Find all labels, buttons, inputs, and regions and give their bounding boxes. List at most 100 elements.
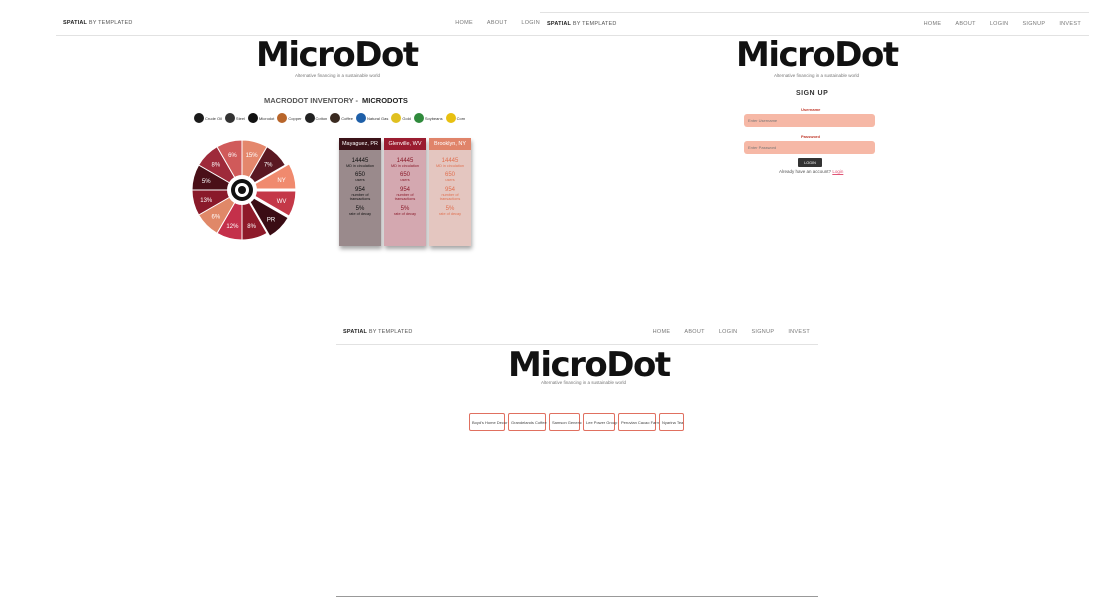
inventory-heading-text: MACRODOT INVENTORY - — [264, 96, 359, 105]
legend-label: Steel — [235, 115, 246, 121]
password-field[interactable] — [744, 141, 875, 154]
top-nav: SPATIAL BY TEMPLATED HOME ABOUT LOGIN SI… — [336, 321, 818, 345]
pie-slice-label: 6% — [228, 153, 237, 159]
login-button[interactable]: LOGIN — [798, 158, 822, 167]
business-button[interactable]: Peruvian Cacao Farm — [618, 413, 660, 431]
brand-strong: SPATIAL — [63, 20, 88, 26]
business-button[interactable]: Samson Generic — [549, 413, 582, 431]
pie-slice-label: 15% — [246, 153, 259, 159]
pie-slice-label: 12% — [226, 224, 239, 230]
legend-item: Microdot — [248, 113, 274, 123]
business-button[interactable]: Lee Power Group — [583, 413, 617, 431]
logo: MicroDot — [508, 345, 671, 385]
legend-item: Natural Gas — [356, 113, 388, 123]
pie-slice-label: 8% — [247, 224, 256, 230]
pie-slice-label: 7% — [264, 162, 273, 168]
password-label: Password — [801, 134, 820, 139]
legend-label: Microdot — [259, 115, 275, 121]
card-body: 14445 MD in circulation 650 users 954 nu… — [339, 150, 381, 246]
already-account-text: Already have an account? Login — [779, 169, 843, 174]
legend-label: Copper — [288, 115, 302, 121]
commodity-icon — [445, 113, 456, 123]
brand[interactable]: SPATIAL BY TEMPLATED — [343, 329, 413, 335]
card-decay-label: rate of decay — [394, 211, 416, 216]
businesses-panel: SPATIAL BY TEMPLATED HOME ABOUT LOGIN SI… — [336, 321, 818, 605]
nav-about[interactable]: ABOUT — [955, 21, 975, 27]
legend-item: Steel — [224, 113, 246, 123]
pie-slice-label: 6% — [212, 215, 221, 221]
legend-label: Crude Oil — [205, 115, 222, 121]
nav-login[interactable]: LOGIN — [521, 20, 540, 26]
business-button[interactable]: Grandelands Coffee — [508, 413, 547, 431]
legend-item: Soybeans — [413, 113, 443, 123]
commodity-icon — [304, 113, 315, 123]
legend-item: Corn — [445, 113, 465, 123]
already-text: Already have an account? — [779, 169, 832, 174]
card-body: 14445 MD in circulation 650 users 954 nu… — [429, 150, 471, 246]
commodity-icon — [413, 113, 424, 123]
nav-login[interactable]: LOGIN — [990, 21, 1009, 27]
legend-label: Coffee — [341, 115, 354, 121]
nav-login[interactable]: LOGIN — [719, 329, 738, 335]
commodity-icon — [330, 113, 341, 123]
brand[interactable]: SPATIAL BY TEMPLATED — [547, 21, 617, 27]
nav-home[interactable]: HOME — [653, 329, 671, 335]
business-button[interactable]: Boyd's Home Decor — [469, 413, 507, 431]
nav-signup[interactable]: SIGNUP — [1022, 21, 1045, 27]
login-link[interactable]: Login — [832, 169, 843, 174]
legend-item: Cotton — [304, 113, 327, 123]
top-nav: SPATIAL BY TEMPLATED HOME ABOUT LOGIN — [56, 12, 548, 36]
username-label: Username — [801, 107, 821, 112]
card-users-label: users — [445, 178, 455, 183]
nav-invest[interactable]: INVEST — [788, 329, 810, 335]
commodity-icon — [391, 113, 402, 123]
city-card-glenville[interactable]: Glenville, WV 14445 MD in circulation 65… — [384, 138, 426, 246]
card-dots-label: MD in circulation — [345, 164, 375, 168]
nav-signup[interactable]: SIGNUP — [751, 329, 774, 335]
brand-strong: SPATIAL — [343, 329, 368, 335]
card-city: Brooklyn, NY — [429, 138, 471, 150]
logo: MicroDot — [736, 35, 899, 75]
city-card-brooklyn[interactable]: Brooklyn, NY 14445 MD in circulation 650… — [429, 138, 471, 246]
tagline: Alternative financing in a sustainable w… — [541, 380, 627, 385]
commodity-icon — [248, 113, 259, 123]
legend-item: Coffee — [330, 113, 353, 123]
commodity-icon — [356, 113, 367, 123]
brand-strong: SPATIAL — [547, 21, 572, 27]
commodity-icon — [224, 113, 235, 123]
card-users-label: users — [355, 178, 365, 183]
city-card-mayaguez[interactable]: Mayaguez, PR 14445 MD in circulation 650… — [339, 138, 381, 246]
nav-links: HOME ABOUT LOGIN SIGNUP INVEST — [653, 329, 810, 335]
card-decay-label: rate of decay — [349, 211, 371, 216]
microdot-center-icon — [238, 186, 246, 194]
nav-invest[interactable]: INVEST — [1059, 21, 1081, 27]
inventory-panel: SPATIAL BY TEMPLATED HOME ABOUT LOGIN Mi… — [56, 12, 548, 262]
logo: MicroDot — [256, 35, 419, 75]
legend-item: Copper — [277, 113, 302, 123]
card-city: Mayaguez, PR — [339, 138, 381, 150]
card-dots-label: MD in circulation — [390, 164, 420, 168]
card-city: Glenville, WV — [384, 138, 426, 150]
nav-links: HOME ABOUT LOGIN — [455, 20, 540, 26]
pie-slice-label: 5% — [202, 179, 211, 185]
inventory-heading: MACRODOT INVENTORY - MICRODOTS — [264, 96, 408, 105]
legend-label: Soybeans — [424, 115, 443, 121]
signup-panel: SPATIAL BY TEMPLATED HOME ABOUT LOGIN SI… — [540, 12, 1089, 262]
brand[interactable]: SPATIAL BY TEMPLATED — [63, 20, 133, 26]
pie-slice-label: WV — [277, 199, 287, 205]
legend-item: Gold — [391, 113, 411, 123]
pie-slice-label: 13% — [200, 198, 213, 204]
card-decay-label: rate of decay — [439, 211, 461, 216]
nav-home[interactable]: HOME — [924, 21, 942, 27]
brand-rest: BY TEMPLATED — [368, 329, 413, 335]
commodity-icon — [194, 113, 204, 123]
legend-item: Crude Oil — [194, 113, 222, 123]
card-body: 14445 MD in circulation 650 users 954 nu… — [384, 150, 426, 246]
nav-home[interactable]: HOME — [455, 20, 473, 26]
business-button[interactable]: Nyarina Tea — [659, 413, 684, 431]
top-nav: SPATIAL BY TEMPLATED HOME ABOUT LOGIN SI… — [540, 12, 1089, 36]
nav-about[interactable]: ABOUT — [684, 329, 704, 335]
card-tx-label: number of transactions — [349, 192, 371, 202]
username-field[interactable] — [744, 114, 875, 127]
nav-about[interactable]: ABOUT — [487, 20, 507, 26]
